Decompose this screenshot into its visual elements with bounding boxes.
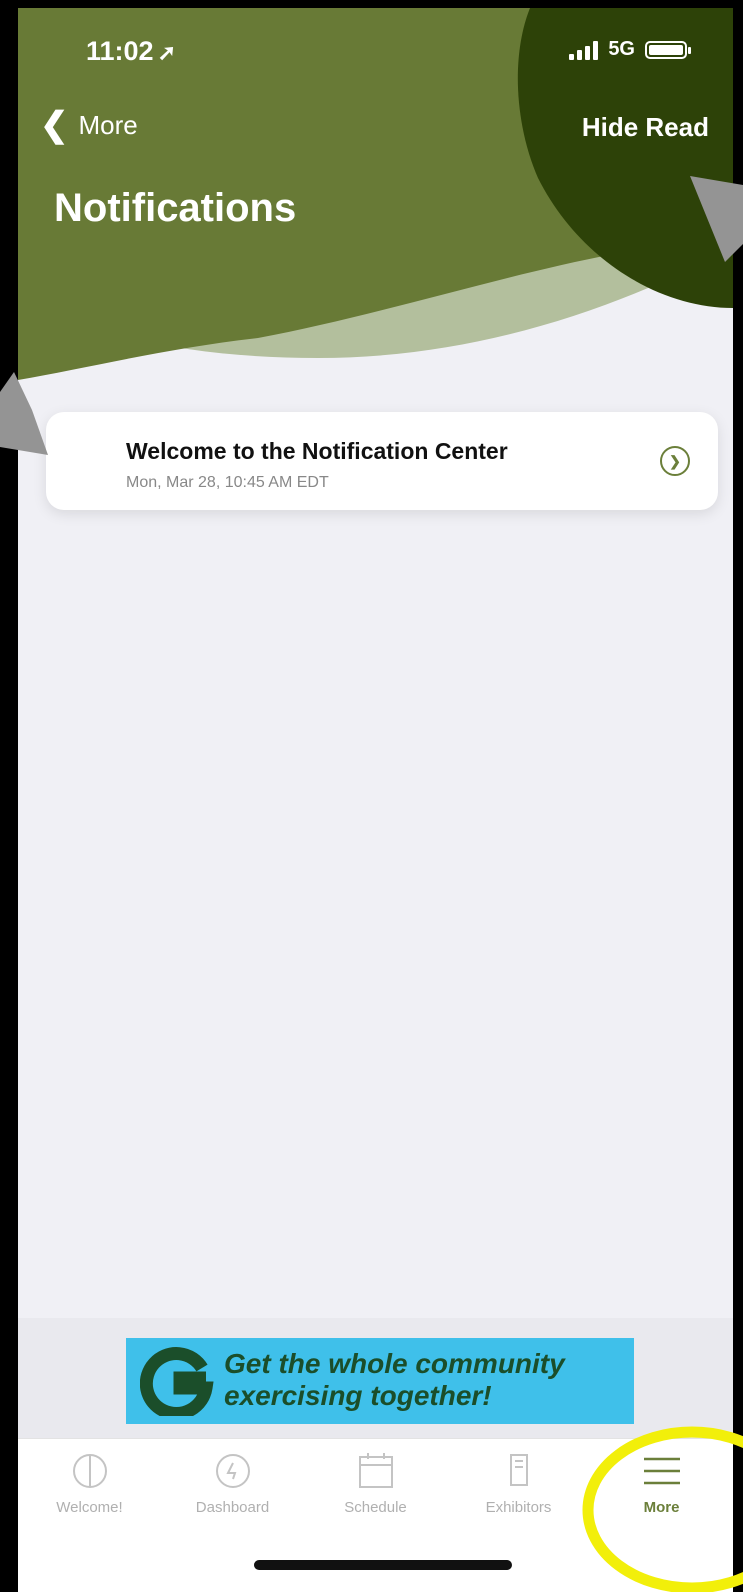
ad-line-1: Get the whole community (224, 1348, 565, 1379)
tab-label: Schedule (344, 1499, 407, 1516)
tab-label: Welcome! (56, 1499, 123, 1516)
status-time: 11:02 ➚ (86, 36, 177, 66)
tab-more[interactable]: More (590, 1439, 733, 1539)
dashboard-icon (215, 1454, 250, 1488)
tab-schedule[interactable]: Schedule (304, 1439, 447, 1539)
app-screen: 11:02 ➚ 5G ❮ More Hide Read Notifications… (18, 8, 733, 1592)
home-indicator[interactable] (254, 1560, 512, 1570)
back-label: More (78, 109, 138, 140)
tab-label: More (643, 1499, 680, 1516)
ad-line-2: exercising together! (224, 1380, 492, 1411)
status-indicators: 5G (569, 38, 691, 61)
back-button[interactable]: ❮ More (40, 108, 138, 142)
battery-icon (645, 40, 691, 59)
chevron-right-circle-icon[interactable]: ❯ (660, 446, 690, 476)
network-label: 5G (608, 38, 635, 60)
tab-dashboard[interactable]: Dashboard (161, 1439, 304, 1539)
ad-logo-icon (140, 1347, 214, 1416)
tab-welcome[interactable]: Welcome! (18, 1439, 161, 1539)
ad-area: Get the whole community exercising toget… (18, 1318, 733, 1438)
tab-label: Dashboard (195, 1499, 270, 1516)
notification-title: Welcome to the Notification Center (126, 438, 508, 464)
signal-icon (569, 40, 599, 60)
chevron-left-icon: ❮ (40, 106, 69, 144)
calendar-icon (358, 1453, 393, 1488)
tab-exhibitors[interactable]: Exhibitors (447, 1439, 590, 1539)
welcome-icon (72, 1454, 107, 1488)
location-arrow-icon: ➚ (157, 40, 177, 65)
ad-text: Get the whole community exercising toget… (224, 1348, 565, 1412)
notification-date: Mon, Mar 28, 10:45 AM EDT (126, 474, 329, 491)
tab-label: Exhibitors (485, 1499, 552, 1516)
menu-icon (643, 1457, 680, 1485)
page-title: Notifications (54, 186, 297, 230)
ad-banner[interactable]: Get the whole community exercising toget… (126, 1338, 634, 1424)
hide-read-button[interactable]: Hide Read (582, 112, 709, 143)
exhibitors-icon (509, 1454, 528, 1486)
notification-card[interactable]: Welcome to the Notification Center Mon, … (46, 412, 718, 510)
